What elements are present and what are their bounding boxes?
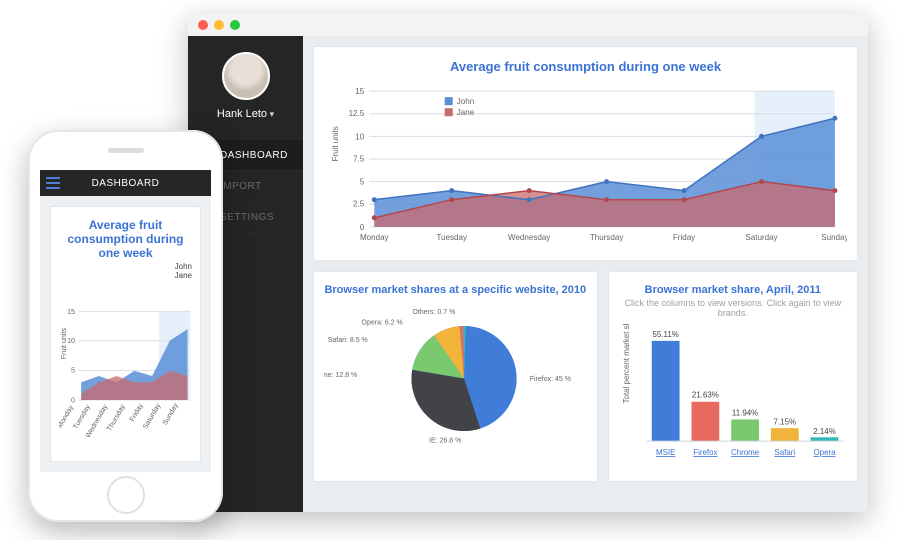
svg-text:15: 15	[355, 87, 364, 96]
avatar[interactable]	[222, 52, 270, 100]
maximize-icon[interactable]	[230, 20, 240, 30]
sidebar-item-label: IMPORT	[220, 181, 262, 192]
svg-text:5: 5	[71, 367, 75, 375]
svg-text:Others: 0.7 %: Others: 0.7 %	[413, 309, 456, 316]
chart-title: Average fruit consumption during one wee…	[324, 59, 847, 74]
svg-text:Sunday: Sunday	[821, 233, 847, 242]
area-chart[interactable]: 0 2.5 5 7.5 10 12.5 15 Fruit units	[324, 76, 847, 252]
svg-text:Wednesday: Wednesday	[508, 233, 550, 242]
svg-text:Friday: Friday	[128, 402, 145, 423]
svg-text:2.14%: 2.14%	[813, 427, 836, 436]
svg-text:Chrome: 12.8 %: Chrome: 12.8 %	[324, 372, 357, 379]
svg-text:5: 5	[360, 178, 365, 187]
svg-text:0: 0	[71, 397, 75, 405]
pie-chart[interactable]: Firefox: 45 % IE: 26.8 % Chrome: 12.8 % …	[324, 298, 587, 447]
area-chart-mobile[interactable]: 0 5 10 15 Fruit units Monday Tuesday Wed…	[59, 280, 192, 453]
bar-chart[interactable]: Total percent market share	[619, 324, 847, 473]
svg-text:Total percent market share: Total percent market share	[622, 324, 631, 403]
card-bar-chart: Browser market share, April, 2011 Click …	[608, 271, 858, 482]
mobile-title: DASHBOARD	[66, 178, 211, 189]
svg-text:12.5: 12.5	[349, 109, 365, 118]
content: Average fruit consumption during one wee…	[303, 36, 868, 512]
minimize-icon[interactable]	[214, 20, 224, 30]
svg-text:Safari: Safari	[774, 448, 795, 457]
card-pie-chart: Browser market shares at a specific webs…	[313, 271, 598, 482]
svg-text:21.63%: 21.63%	[692, 390, 719, 399]
svg-text:John: John	[457, 97, 474, 106]
svg-text:15: 15	[67, 308, 75, 316]
card-fruit-chart: Average fruit consumption during one wee…	[313, 46, 858, 261]
svg-text:IE: 26.8 %: IE: 26.8 %	[429, 437, 461, 444]
svg-text:0: 0	[360, 223, 365, 232]
svg-text:Firefox: Firefox	[693, 448, 717, 457]
mobile-header: DASHBOARD	[40, 170, 211, 196]
app-window: Hank Leto DASHBOARD IMPORT	[188, 14, 868, 512]
speaker	[108, 148, 144, 153]
svg-text:Firefox: 45 %: Firefox: 45 %	[530, 376, 571, 383]
phone-screen: DASHBOARD Average fruit consumption duri…	[40, 170, 211, 472]
chart-title: Browser market share, April, 2011	[619, 284, 847, 296]
svg-text:2.5: 2.5	[353, 200, 365, 209]
svg-text:7.15%: 7.15%	[773, 417, 796, 426]
chart-legend: John Jane	[59, 262, 192, 280]
home-button[interactable]	[107, 476, 145, 514]
mobile-card-fruit: Average fruit consumption during one wee…	[50, 206, 201, 462]
svg-text:10: 10	[355, 132, 364, 141]
chart-title: Browser market shares at a specific webs…	[324, 284, 587, 296]
close-icon[interactable]	[198, 20, 208, 30]
svg-text:Fruit units: Fruit units	[331, 126, 340, 161]
titlebar	[188, 14, 868, 36]
chart-subtitle: Click the columns to view versions. Clic…	[619, 298, 847, 318]
svg-text:11.94%: 11.94%	[732, 408, 758, 417]
sidebar-item-label: SETTINGS	[220, 212, 274, 223]
chart-legend: John Jane	[445, 97, 475, 117]
phone-mock: DASHBOARD Average fruit consumption duri…	[28, 130, 223, 522]
svg-text:Chrome: Chrome	[731, 448, 760, 457]
svg-text:Jane: Jane	[457, 108, 475, 117]
svg-text:Opera: 6.2 %: Opera: 6.2 %	[362, 319, 403, 326]
svg-text:MSIE: MSIE	[656, 448, 675, 457]
svg-text:7.5: 7.5	[353, 154, 365, 163]
svg-text:Friday: Friday	[673, 233, 695, 242]
hamburger-icon[interactable]	[40, 177, 66, 189]
svg-text:Saturday: Saturday	[745, 233, 777, 242]
svg-text:Sunday: Sunday	[161, 402, 180, 427]
svg-text:Monday: Monday	[360, 233, 389, 242]
profile: Hank Leto	[188, 36, 303, 130]
svg-text:Opera: Opera	[813, 448, 836, 457]
sidebar-item-label: DASHBOARD	[220, 150, 288, 161]
svg-text:10: 10	[67, 338, 75, 346]
svg-text:55.11%: 55.11%	[652, 330, 678, 339]
svg-text:Fruit units: Fruit units	[60, 328, 68, 360]
chart-title: Average fruit consumption during one wee…	[59, 219, 192, 260]
svg-text:Tuesday: Tuesday	[436, 233, 467, 242]
username-dropdown[interactable]: Hank Leto	[217, 108, 274, 120]
svg-text:Thursday: Thursday	[590, 233, 623, 242]
svg-text:Safari: 8.5 %: Safari: 8.5 %	[328, 337, 368, 344]
